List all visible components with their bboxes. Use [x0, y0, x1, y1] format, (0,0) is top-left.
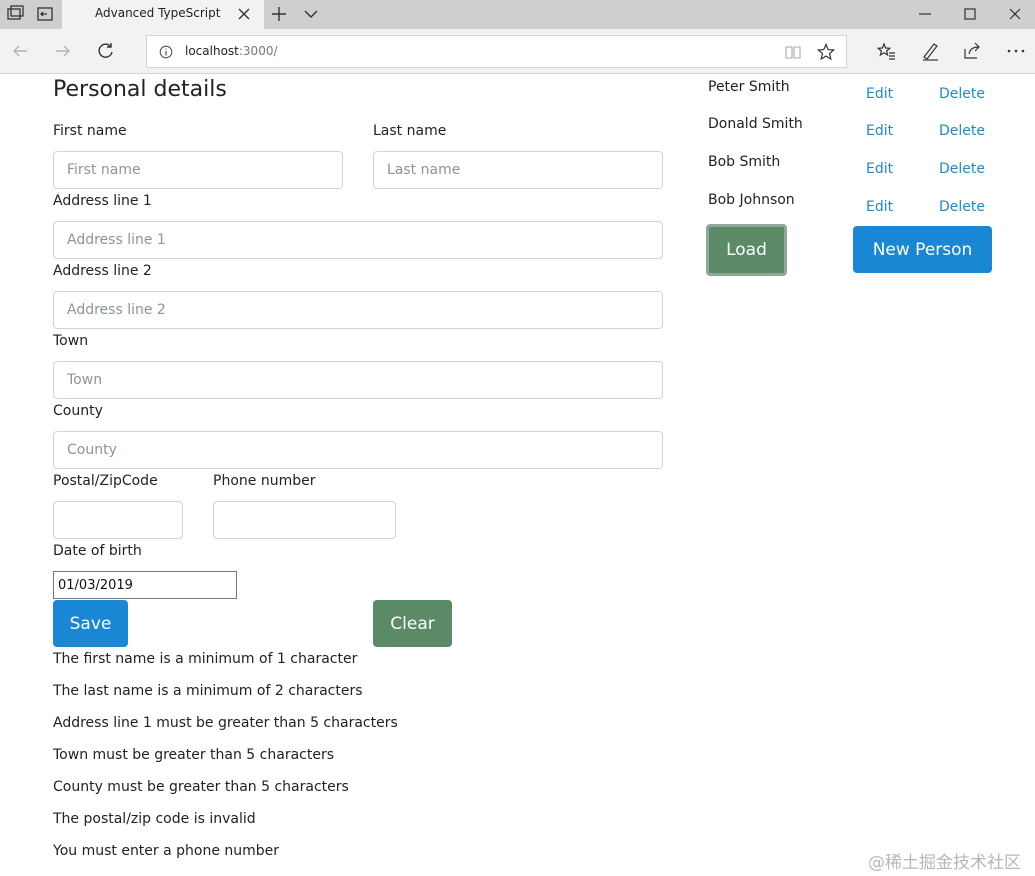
delete-link[interactable]: Delete [939, 86, 985, 102]
person-name: Peter Smith [708, 79, 790, 95]
validation-error: The first name is a minimum of 1 charact… [53, 651, 358, 667]
edit-link[interactable]: Edit [866, 199, 893, 215]
date-of-birth-input[interactable] [53, 571, 237, 599]
validation-error: Address line 1 must be greater than 5 ch… [53, 715, 398, 731]
phone-number-input[interactable] [213, 501, 396, 539]
last-name-label: Last name [373, 123, 447, 139]
validation-error: The postal/zip code is invalid [53, 811, 256, 827]
date-of-birth-label: Date of birth [53, 543, 142, 559]
edit-link[interactable]: Edit [866, 86, 893, 102]
info-icon[interactable] [159, 45, 173, 59]
tab-manager-icon[interactable] [4, 4, 26, 24]
validation-error: The last name is a minimum of 2 characte… [53, 683, 363, 699]
validation-error: County must be greater than 5 characters [53, 779, 349, 795]
notes-pen-icon[interactable] [920, 41, 940, 61]
favorite-star-icon[interactable] [817, 43, 835, 61]
town-label: Town [53, 333, 89, 349]
url-host: localhost [185, 44, 239, 58]
load-button[interactable]: Load [706, 224, 787, 276]
postal-code-label: Postal/ZipCode [53, 473, 158, 489]
minimize-icon[interactable] [918, 7, 932, 21]
close-tab-icon[interactable] [237, 7, 251, 21]
address-line-1-label: Address line 1 [53, 193, 152, 209]
tab-title: Advanced TypeScript [95, 6, 221, 20]
share-icon[interactable] [962, 41, 982, 61]
page-title: Personal details [53, 77, 227, 102]
first-name-label: First name [53, 123, 127, 139]
favorites-hub-icon[interactable] [876, 41, 896, 61]
county-label: County [53, 403, 103, 419]
validation-error: You must enter a phone number [53, 843, 280, 859]
address-line-2-label: Address line 2 [53, 263, 152, 279]
new-tab-icon[interactable] [270, 6, 288, 22]
clear-button[interactable]: Clear [373, 600, 452, 647]
phone-number-label: Phone number [213, 473, 316, 489]
browser-address-bar: localhost:3000/ [0, 29, 1035, 74]
delete-link[interactable]: Delete [939, 161, 985, 177]
window-close-icon[interactable] [1008, 7, 1022, 21]
reading-view-icon[interactable] [785, 44, 801, 60]
browser-tab-bar: Advanced TypeScript [0, 0, 1035, 29]
new-person-button[interactable]: New Person [853, 226, 992, 273]
address-line-1-input[interactable] [53, 221, 663, 259]
url-port-path: :3000/ [238, 44, 278, 58]
person-name: Bob Johnson [708, 192, 795, 208]
first-name-input[interactable] [53, 151, 343, 189]
address-line-2-input[interactable] [53, 291, 663, 329]
person-name: Bob Smith [708, 154, 781, 170]
delete-link[interactable]: Delete [939, 199, 985, 215]
browser-tab[interactable]: Advanced TypeScript [62, 0, 264, 29]
chevron-down-icon[interactable] [304, 9, 318, 19]
url-text: localhost:3000/ [185, 44, 278, 58]
url-input[interactable]: localhost:3000/ [146, 35, 847, 68]
town-input[interactable] [53, 361, 663, 399]
save-button[interactable]: Save [53, 600, 128, 647]
forward-icon[interactable] [53, 41, 73, 61]
person-name: Donald Smith [708, 116, 803, 132]
set-aside-tabs-icon[interactable] [34, 4, 56, 24]
refresh-icon[interactable] [96, 41, 116, 61]
county-input[interactable] [53, 431, 663, 469]
back-icon[interactable] [10, 41, 30, 61]
watermark: @稀土掘金技术社区 [868, 853, 1021, 873]
last-name-input[interactable] [373, 151, 663, 189]
edit-link[interactable]: Edit [866, 123, 893, 139]
postal-code-input[interactable] [53, 501, 183, 539]
delete-link[interactable]: Delete [939, 123, 985, 139]
more-options-icon[interactable] [1006, 41, 1026, 61]
maximize-icon[interactable] [963, 7, 977, 21]
validation-error: Town must be greater than 5 characters [53, 747, 334, 763]
edit-link[interactable]: Edit [866, 161, 893, 177]
